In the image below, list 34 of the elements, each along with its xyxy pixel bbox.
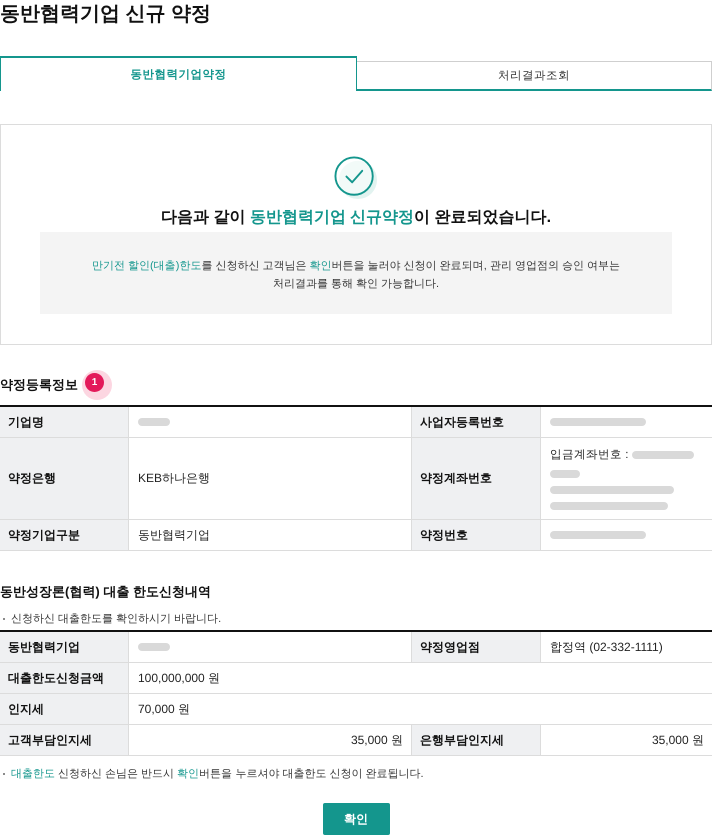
tab[interactable]: 처리결과조회 [356, 61, 712, 91]
table-header-cell: 사업자등록번호 [412, 407, 540, 438]
table-header-cell: 약정계좌번호 [412, 438, 540, 520]
tab[interactable]: 동반협력기업약정 [0, 56, 356, 91]
table-header-cell: 약정기업구분 [0, 520, 128, 551]
table-header-cell: 약정은행 [0, 438, 128, 520]
blurred-text [138, 643, 170, 651]
page-title: 동반협력기업 신규 약정 [0, 2, 212, 27]
table-cell: 동반협력기업 [128, 520, 412, 551]
confirm-button[interactable]: 확인 [322, 803, 390, 835]
account-label: 입금계좌번호 : [550, 448, 628, 462]
blurred-text [550, 470, 580, 478]
table-header-cell: 고객부담인지세 [0, 725, 128, 756]
table-header-cell: 대출한도신청금액 [0, 663, 128, 694]
guide-text: 신청하신 대출한도를 확인하시기 바랍니다. [11, 612, 222, 626]
table-cell: 35,000 원 [540, 725, 712, 756]
table-header-cell: 약정영업점 [412, 632, 540, 663]
table-cell: 합정역 (02-332-1111) [540, 632, 712, 663]
table-header-cell: 기업명 [0, 407, 128, 438]
blurred-text [138, 418, 170, 426]
table-header-cell: 약정번호 [412, 520, 540, 551]
completion-message: 다음과 같이 동반협력기업 신규약정이 완료되었습니다. [160, 208, 552, 228]
table-cell: 100,000,000 원 [128, 663, 712, 694]
table-cell: 35,000 원 [128, 725, 412, 756]
check-circle-icon [334, 156, 378, 200]
section-title: 동반성장론(협력) 대출 한도신청내역 [0, 583, 212, 601]
blurred-text [632, 450, 694, 458]
step-badge: 1 [82, 370, 112, 400]
guide-text: 대출한도 신청하신 손님은 반드시 확인버튼을 누르셔야 대출한도 신청이 완료됩니다. [11, 767, 424, 781]
table-header-cell: 은행부담인지세 [412, 725, 540, 756]
notice-text: 만기전 할인(대출)한도를 신청하신 고객님은 확인버튼을 눌러야 신청이 완료되며, 관리 영업점의 승인 여부는 처리결과를 통해 확인 가능합니다. [91, 259, 621, 292]
table-header-cell: 인지세 [0, 694, 128, 725]
section-title: 약정등록정보 [0, 376, 78, 394]
table-header-cell: 동반협력기업 [0, 632, 128, 663]
